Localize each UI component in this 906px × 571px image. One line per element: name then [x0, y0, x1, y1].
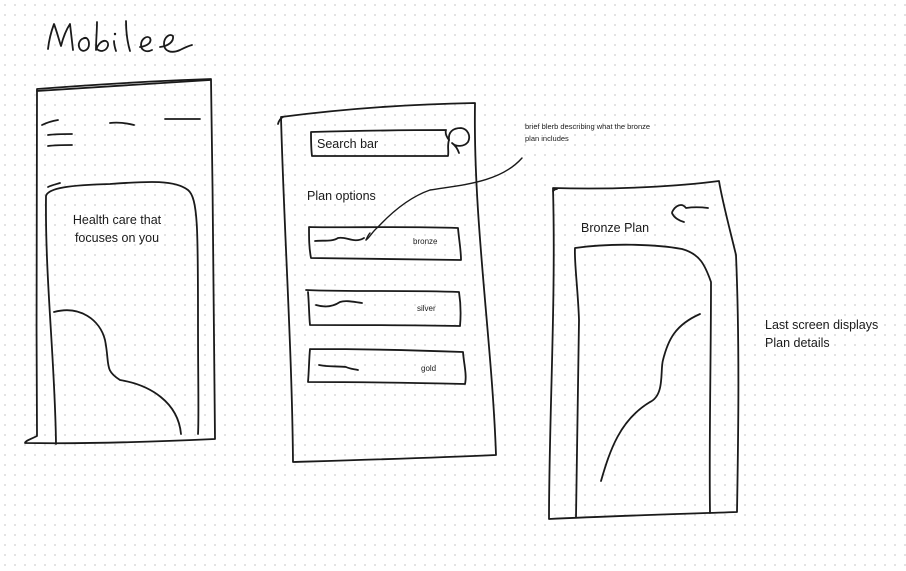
annotation-bronze-line-2: plan includes [525, 134, 569, 143]
detail-title: Bronze Plan [581, 221, 650, 235]
side-note-line-2: Plan details [765, 336, 830, 350]
home-hero-line-2: focuses on you [74, 231, 160, 245]
plan-option-gold-label: gold [421, 364, 437, 373]
plan-option-silver-label: silver [417, 304, 436, 313]
side-note-line-1: Last screen displays [765, 318, 879, 332]
home-hero-line-1: Health care that [72, 213, 162, 227]
annotation-bronze-line-1: brief blerb describing what the bronze [525, 122, 651, 131]
board-title-handwriting [47, 20, 193, 53]
screen-detail-back-icon [671, 204, 709, 223]
screen-detail-content-card [573, 243, 712, 518]
search-bar-placeholder: Search bar [317, 137, 379, 151]
whiteboard-canvas [24, 20, 740, 520]
screen-home-header [41, 118, 201, 147]
plan-options-heading: Plan options [307, 189, 376, 203]
screen-plans-option-boxes [305, 226, 467, 385]
plan-option-bronze-label: bronze [413, 237, 438, 246]
